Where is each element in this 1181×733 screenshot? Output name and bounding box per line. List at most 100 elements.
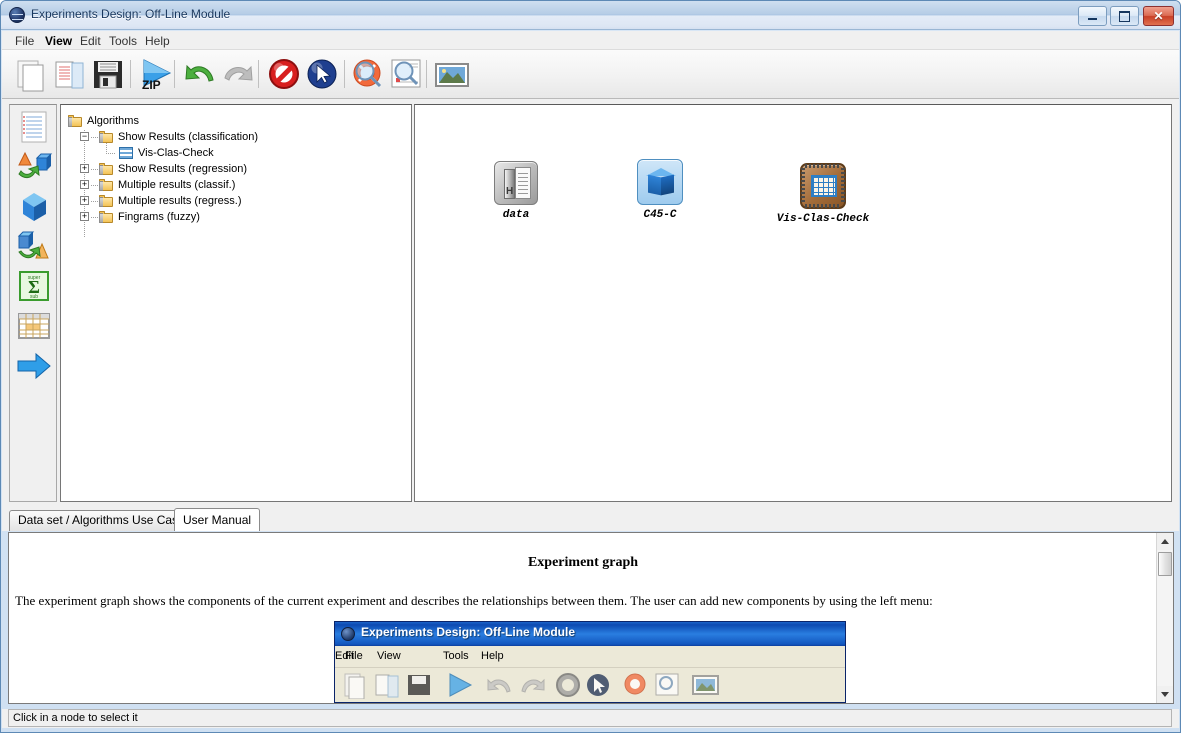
tab-user-manual[interactable]: User Manual <box>174 508 261 531</box>
export-zip-button[interactable]: ZIP <box>136 54 176 94</box>
tab-dataset-algorithms-use-case[interactable]: Data set / Algorithms Use Case <box>9 510 194 531</box>
tree-expander-plus[interactable]: + <box>80 180 89 189</box>
palette-algorithm[interactable] <box>15 190 53 224</box>
undo-arrow-icon <box>185 64 214 82</box>
magnifier-document-icon <box>655 673 679 696</box>
manual-heading: Experiment graph <box>527 555 639 570</box>
scrollbar-thumb[interactable] <box>1158 552 1172 576</box>
tree-expander-plus[interactable]: + <box>80 196 89 205</box>
chip-node-icon <box>800 163 846 209</box>
picture-icon <box>435 63 469 87</box>
algorithm-node-icon <box>637 159 683 205</box>
folder-icon <box>99 195 113 207</box>
embedded-menu-bar: File View Edit Tools Help <box>335 646 845 668</box>
menu-item-edit[interactable]: Edit <box>75 33 106 49</box>
palette-connection[interactable] <box>15 349 53 383</box>
palette-postprocess[interactable] <box>15 230 53 264</box>
minimize-icon <box>1079 7 1106 25</box>
folder-icon <box>68 115 82 127</box>
tree-line <box>91 217 98 218</box>
new-document-icon <box>17 60 44 92</box>
status-message-box: Click in a node to select it <box>8 709 1172 727</box>
graph-node-c45c[interactable]: C45-C <box>625 159 695 221</box>
undo-button[interactable] <box>180 54 220 94</box>
algorithms-tree[interactable]: Algorithms − Show Results (classificatio… <box>60 104 412 502</box>
embedded-menu-help: Help <box>481 650 504 662</box>
scroll-up-arrow-icon[interactable] <box>1157 533 1173 550</box>
toolbar: ZIP <box>2 50 1179 99</box>
maximize-button[interactable] <box>1110 6 1139 26</box>
toolbar-separator-4 <box>344 60 345 88</box>
menu-item-tools[interactable]: Tools <box>104 33 142 49</box>
manual-scrollbar[interactable] <box>1156 533 1173 703</box>
embedded-title-bar: Experiments Design: Off-Line Module <box>335 622 845 646</box>
cursor-arrow-icon <box>587 674 609 696</box>
table-grid-icon <box>18 313 50 339</box>
toolbar-separator-1 <box>130 60 131 88</box>
minimize-button[interactable] <box>1078 6 1107 26</box>
search-document-button[interactable] <box>386 54 426 94</box>
tree-node-label: Show Results (regression) <box>118 163 247 175</box>
select-cursor-button[interactable] <box>302 54 342 94</box>
menu-item-file[interactable]: File <box>10 33 39 49</box>
image-export-button[interactable] <box>432 54 472 94</box>
tree-line <box>91 137 98 138</box>
tree-line <box>91 169 98 170</box>
graph-node-data[interactable]: H data <box>481 161 551 221</box>
lifebuoy-magnifier-icon <box>624 673 646 695</box>
lined-document-icon <box>21 111 47 143</box>
toolbar-separator-2 <box>174 60 175 88</box>
tree-node-label: Multiple results (classif.) <box>118 179 236 191</box>
menu-bar: File View Edit Tools Help <box>2 31 1179 50</box>
tree-expander-minus[interactable]: − <box>80 132 89 141</box>
manual-paragraph: The experiment graph shows the component… <box>15 593 933 608</box>
folder-icon <box>99 179 113 191</box>
sigma-icon: super Σ sub <box>19 271 49 301</box>
open-folder-document-icon <box>55 61 84 89</box>
tree-node-label: Multiple results (regress.) <box>118 195 242 207</box>
cursor-arrow-icon <box>307 59 337 89</box>
main-area: super Σ sub Algorithms − Show Results (c… <box>2 99 1179 507</box>
close-button[interactable]: ✕ <box>1143 6 1174 26</box>
title-bar[interactable]: Experiments Design: Off-Line Module ✕ <box>1 1 1180 30</box>
application-window: Experiments Design: Off-Line Module ✕ Fi… <box>0 0 1181 733</box>
open-folder-document-icon <box>375 674 399 698</box>
embedded-window-title: Experiments Design: Off-Line Module <box>361 625 576 639</box>
dataset-node-icon: H <box>494 161 538 205</box>
save-experiment-button[interactable] <box>88 54 128 94</box>
tree-node-label: Fingrams (fuzzy) <box>118 211 200 223</box>
open-experiment-button[interactable] <box>50 54 90 94</box>
close-icon: ✕ <box>1153 9 1164 23</box>
tree-line <box>91 185 98 186</box>
redo-button[interactable] <box>218 54 258 94</box>
lifebuoy-magnifier-icon <box>353 59 382 88</box>
palette-results-table[interactable] <box>15 309 53 343</box>
blue-cube-icon <box>23 193 46 221</box>
palette-statistics[interactable]: super Σ sub <box>15 269 53 303</box>
scroll-down-arrow-icon[interactable] <box>1157 686 1173 703</box>
new-document-icon <box>344 673 365 699</box>
new-experiment-button[interactable] <box>12 54 52 94</box>
floppy-save-icon <box>408 675 430 695</box>
svg-text:ZIP: ZIP <box>142 78 161 92</box>
graph-node-vis-clas-check[interactable]: Vis-Clas-Check <box>768 163 878 225</box>
svg-text:sub: sub <box>30 294 38 300</box>
folder-icon <box>99 131 113 143</box>
menu-item-view[interactable]: View <box>40 33 77 49</box>
manual-embedded-screenshot: Experiments Design: Off-Line Module File… <box>334 621 846 703</box>
tree-expander-plus[interactable]: + <box>80 212 89 221</box>
embedded-menu-view: View <box>377 650 401 662</box>
embedded-toolbar <box>335 668 845 702</box>
grid-icon <box>119 147 133 159</box>
palette-dataset[interactable] <box>15 110 53 144</box>
experiment-graph-canvas[interactable]: H data C45-C Vis-Clas-Check <box>414 104 1172 502</box>
palette-preprocess[interactable] <box>15 150 53 184</box>
menu-item-help[interactable]: Help <box>140 33 175 49</box>
redo-arrow-icon <box>224 65 253 81</box>
tree-expander-plus[interactable]: + <box>80 164 89 173</box>
floppy-save-icon <box>94 61 122 89</box>
help-button[interactable] <box>348 54 388 94</box>
tree-line <box>106 153 116 154</box>
tree-node-label: Algorithms <box>87 115 139 127</box>
delete-button[interactable] <box>264 54 304 94</box>
